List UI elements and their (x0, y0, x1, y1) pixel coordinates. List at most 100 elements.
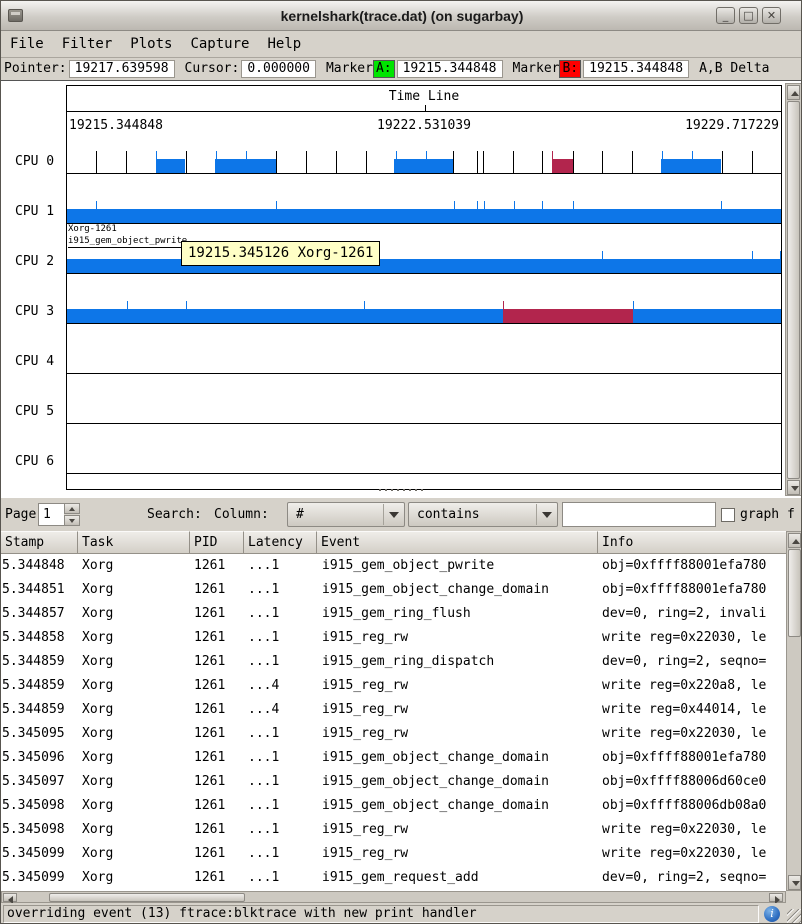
event-tick[interactable] (96, 151, 97, 173)
page-spin-up-icon[interactable] (64, 503, 80, 514)
close-button[interactable]: ✕ (762, 7, 781, 24)
event-annotation: i915_gem_object_pwrite (68, 236, 187, 248)
cell-task: Xorg (82, 818, 190, 842)
table-row[interactable]: 5.344857Xorg1261...1i915_gem_ring_flushd… (1, 602, 786, 626)
cell-pid: 1261 (194, 554, 244, 578)
table-horizontal-scrollbar[interactable] (1, 891, 786, 903)
page-spinner[interactable]: 1 (38, 503, 64, 526)
table-row[interactable]: 5.345095Xorg1261...1i915_reg_rwwrite reg… (1, 722, 786, 746)
task-bar-blue[interactable] (215, 159, 276, 173)
table-row[interactable]: 5.345099Xorg1261...1i915_reg_rwwrite reg… (1, 842, 786, 866)
search-input[interactable] (562, 502, 716, 527)
column-select[interactable]: # (287, 502, 405, 527)
marker-a-label: Marker (326, 58, 373, 80)
scroll-left-icon[interactable] (3, 893, 17, 902)
table-row[interactable]: 5.344859Xorg1261...1i915_gem_ring_dispat… (1, 650, 786, 674)
column-header-info[interactable]: Info (598, 531, 786, 554)
chevron-down-icon[interactable] (536, 504, 556, 525)
scroll-down-icon[interactable] (787, 480, 800, 495)
event-tick[interactable] (573, 151, 574, 173)
scroll-right-icon[interactable] (769, 893, 783, 902)
table-scroll-thumb[interactable] (788, 549, 801, 637)
menu-item-plots[interactable]: Plots (121, 31, 181, 57)
pane-resize-handle[interactable] (379, 489, 425, 491)
graph-scroll-thumb[interactable] (787, 101, 800, 479)
table-row[interactable]: 5.344848Xorg1261...1i915_gem_object_pwri… (1, 554, 786, 578)
match-type-select[interactable]: contains (408, 502, 558, 527)
graph-follows-checkbox[interactable] (721, 508, 735, 522)
chevron-down-icon[interactable] (383, 504, 403, 525)
marker-b-badge[interactable]: B: (559, 60, 581, 78)
horizontal-scroll-thumb[interactable] (49, 893, 245, 902)
cell-task: Xorg (82, 722, 190, 746)
event-tick[interactable] (306, 151, 307, 173)
cell-pid: 1261 (194, 578, 244, 602)
table-row[interactable]: 5.344858Xorg1261...1i915_reg_rwwrite reg… (1, 626, 786, 650)
task-bar-blue[interactable] (394, 159, 453, 173)
task-bar-blue[interactable] (156, 159, 185, 173)
column-header-latency[interactable]: Latency (244, 531, 317, 554)
table-row[interactable]: 5.344859Xorg1261...4i915_reg_rwwrite reg… (1, 698, 786, 722)
table-row[interactable]: 5.345098Xorg1261...1i915_reg_rwwrite reg… (1, 818, 786, 842)
event-tick[interactable] (752, 151, 753, 173)
task-bar-blue[interactable] (67, 209, 781, 223)
column-header-stamp[interactable]: Stamp (1, 531, 78, 554)
column-header-task[interactable]: Task (78, 531, 190, 554)
table-row[interactable]: 5.345096Xorg1261...1i915_gem_object_chan… (1, 746, 786, 770)
event-tick[interactable] (542, 151, 543, 173)
cpu-baseline-2 (67, 273, 781, 274)
cpu-label-1: CPU 1 (15, 201, 59, 223)
event-tick[interactable] (276, 151, 277, 173)
event-tick[interactable] (366, 151, 367, 173)
event-tick[interactable] (126, 151, 127, 173)
maximize-button[interactable]: □ (739, 7, 758, 24)
menu-item-capture[interactable]: Capture (181, 31, 258, 57)
menu-item-file[interactable]: File (1, 31, 53, 57)
menu-item-help[interactable]: Help (258, 31, 310, 57)
resize-grip-icon[interactable] (787, 909, 801, 924)
column-header-event[interactable]: Event (317, 531, 598, 554)
event-tick[interactable] (513, 151, 514, 173)
column-header-pid[interactable]: PID (190, 531, 244, 554)
event-tick[interactable] (632, 151, 633, 173)
scroll-down-icon[interactable] (788, 875, 801, 890)
event-tick[interactable] (186, 151, 187, 173)
task-bar-blue[interactable] (67, 309, 503, 323)
task-bar-blue[interactable] (661, 159, 721, 173)
cell-event: i915_reg_rw (322, 722, 598, 746)
window-menu-icon[interactable] (8, 9, 23, 22)
info-icon[interactable]: i (764, 906, 780, 922)
minimize-button[interactable]: _ (716, 7, 735, 24)
scroll-up-icon[interactable] (788, 533, 801, 548)
scroll-up-icon[interactable] (787, 85, 800, 100)
timeline-plot[interactable]: Time Line 19215.344848 19222.531039 1922… (66, 85, 782, 490)
cell-pid: 1261 (194, 866, 244, 890)
cell-latency: ...1 (248, 650, 317, 674)
table-row[interactable]: 5.344851Xorg1261...1i915_gem_object_chan… (1, 578, 786, 602)
table-row[interactable]: 5.344859Xorg1261...4i915_reg_rwwrite reg… (1, 674, 786, 698)
event-table[interactable]: 5.344848Xorg1261...1i915_gem_object_pwri… (1, 554, 786, 891)
page-spin-down-icon[interactable] (64, 515, 80, 526)
table-vertical-scrollbar[interactable] (786, 531, 802, 891)
title-bar[interactable]: kernelshark(trace.dat) (on sugarbay) _ □… (1, 1, 802, 31)
event-tick[interactable] (477, 151, 478, 173)
table-row[interactable]: 5.345097Xorg1261...1i915_gem_object_chan… (1, 770, 786, 794)
marker-a-badge[interactable]: A: (373, 60, 395, 78)
time-axis-center-tick (425, 105, 426, 112)
cell-stamp: 5.345098 (2, 794, 78, 818)
event-tick[interactable] (453, 151, 454, 173)
table-row[interactable]: 5.345098Xorg1261...1i915_gem_object_chan… (1, 794, 786, 818)
cell-stamp: 5.345097 (2, 770, 78, 794)
event-tick[interactable] (722, 151, 723, 173)
task-bar-red[interactable] (552, 159, 573, 173)
task-bar-red[interactable] (503, 309, 633, 323)
graph-vertical-scrollbar[interactable] (785, 83, 802, 496)
task-bar-blue[interactable] (633, 309, 781, 323)
menu-item-filter[interactable]: Filter (53, 31, 122, 57)
event-tick[interactable] (602, 151, 603, 173)
cell-task: Xorg (82, 842, 190, 866)
task-bar-blue[interactable] (67, 259, 781, 273)
event-tick[interactable] (483, 151, 484, 173)
table-row[interactable]: 5.345099Xorg1261...1i915_gem_request_add… (1, 866, 786, 890)
event-tick[interactable] (336, 151, 337, 173)
